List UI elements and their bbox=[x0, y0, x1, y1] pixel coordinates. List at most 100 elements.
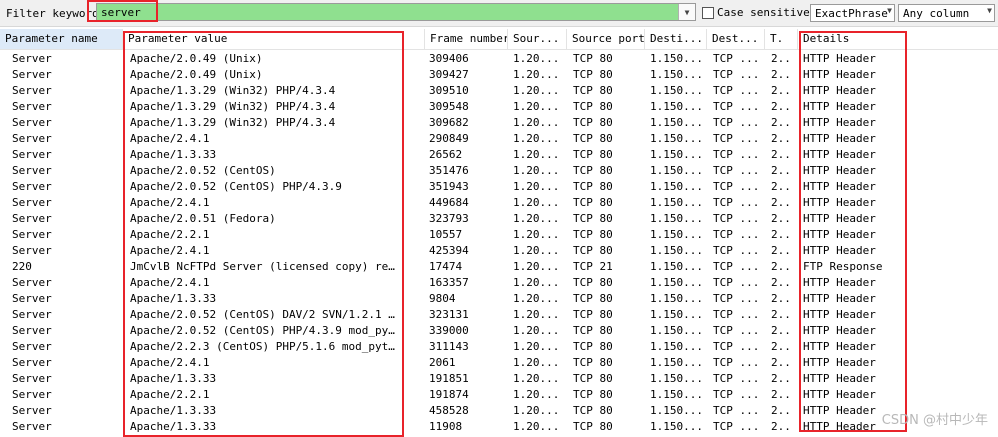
cell-name: Server bbox=[12, 420, 52, 433]
column-header-source-port[interactable]: Source port bbox=[567, 29, 645, 49]
table-row[interactable]: Server Apache/2.2.1 10557 1.20... TCP 80 1.15… bbox=[0, 227, 998, 243]
cell-sport: TCP 80 bbox=[573, 164, 613, 177]
cell-details: HTTP Header bbox=[803, 84, 876, 97]
table-row[interactable]: Server Apache/2.4.1 290849 1.20... TCP 80 1.1… bbox=[0, 131, 998, 147]
cell-frame: 11908 bbox=[429, 420, 463, 433]
cell-dst: 1.150... bbox=[650, 228, 703, 241]
cell-src: 1.20... bbox=[513, 356, 560, 369]
table-row[interactable]: Server Apache/2.0.49 (Unix) 309427 1.20... T… bbox=[0, 67, 998, 83]
cell-details: HTTP Header bbox=[803, 164, 876, 177]
cell-sport: TCP 80 bbox=[573, 356, 613, 369]
table-row[interactable]: Server Apache/2.2.1 191874 1.20... TCP 80 1.1… bbox=[0, 387, 998, 403]
cell-frame: 191851 bbox=[429, 372, 469, 385]
column-header-parameter-value[interactable]: Parameter value bbox=[123, 29, 425, 49]
cell-name: Server bbox=[12, 164, 52, 177]
table-row[interactable]: Server Apache/2.0.52 (CentOS) DAV/2 SVN/1… bbox=[0, 307, 998, 323]
table-row[interactable]: Server Apache/1.3.33 11908 1.20... TCP 80 1.1… bbox=[0, 419, 998, 435]
table-row[interactable]: Server Apache/1.3.33 458528 1.20... TCP 80 1.… bbox=[0, 403, 998, 419]
cell-sport: TCP 80 bbox=[573, 420, 613, 433]
table-row[interactable]: Server Apache/2.4.1 163357 1.20... TCP 80 1.1… bbox=[0, 275, 998, 291]
cell-src: 1.20... bbox=[513, 196, 560, 209]
case-sensitive-checkbox[interactable] bbox=[702, 7, 714, 19]
table-row[interactable]: 220 JmCvlB NcFTPd Server (licensed copy) … bbox=[0, 259, 998, 275]
table-row[interactable]: Server Apache/2.4.1 425394 1.20... TCP 80 1.1… bbox=[0, 243, 998, 259]
cell-value: Apache/2.0.52 (CentOS) PHP/4.3.9 bbox=[130, 180, 342, 193]
cell-sport: TCP 80 bbox=[573, 308, 613, 321]
cell-src: 1.20... bbox=[513, 68, 560, 81]
cell-details: HTTP Header bbox=[803, 52, 876, 65]
column-header-t[interactable]: T. bbox=[765, 29, 798, 49]
cell-t: 2.. bbox=[771, 84, 791, 97]
table-row[interactable]: Server Apache/1.3.33 9804 1.20... TCP 80 1.15… bbox=[0, 291, 998, 307]
cell-src: 1.20... bbox=[513, 100, 560, 113]
cell-dport: TCP ... bbox=[713, 196, 760, 209]
filter-keyword-combobox[interactable]: ▼ bbox=[96, 3, 696, 21]
cell-dport: TCP ... bbox=[713, 244, 760, 257]
cell-details: HTTP Header bbox=[803, 100, 876, 113]
chevron-down-icon[interactable]: ▼ bbox=[678, 4, 695, 20]
column-scope-value: Any column bbox=[903, 7, 970, 20]
cell-sport: TCP 80 bbox=[573, 324, 613, 337]
cell-details: HTTP Header bbox=[803, 372, 876, 385]
cell-src: 1.20... bbox=[513, 212, 560, 225]
table-row[interactable]: Server Apache/2.0.49 (Unix) 309406 1.20... T… bbox=[0, 51, 998, 67]
column-header-frame-number[interactable]: Frame number bbox=[425, 29, 508, 49]
table-row[interactable]: Server Apache/1.3.29 (Win32) PHP/4.3.4 309… bbox=[0, 99, 998, 115]
cell-frame: 290849 bbox=[429, 132, 469, 145]
cell-src: 1.20... bbox=[513, 116, 560, 129]
cell-value: Apache/1.3.33 bbox=[130, 148, 217, 161]
filter-keyword-input[interactable] bbox=[101, 4, 676, 20]
cell-src: 1.20... bbox=[513, 132, 560, 145]
cell-details: HTTP Header bbox=[803, 388, 876, 401]
column-scope-select[interactable]: Any column ▼ bbox=[898, 4, 995, 22]
cell-dst: 1.150... bbox=[650, 388, 703, 401]
match-mode-select[interactable]: ExactPhrase ▼ bbox=[810, 4, 895, 22]
cell-frame: 9804 bbox=[429, 292, 456, 305]
column-header-source[interactable]: Sour... bbox=[508, 29, 567, 49]
cell-dport: TCP ... bbox=[713, 116, 760, 129]
column-header-parameter-name[interactable]: Parameter name bbox=[0, 29, 123, 49]
table-row[interactable]: Server Apache/2.0.51 (Fedora) 323793 1.20..… bbox=[0, 211, 998, 227]
table-row[interactable]: Server Apache/2.4.1 2061 1.20... TCP 80 1.150… bbox=[0, 355, 998, 371]
cell-t: 2.. bbox=[771, 404, 791, 417]
column-header-destination[interactable]: Desti... bbox=[645, 29, 707, 49]
column-header-destination-port[interactable]: Dest... bbox=[707, 29, 765, 49]
table-row[interactable]: Server Apache/2.4.1 449684 1.20... TCP 80 1.1… bbox=[0, 195, 998, 211]
cell-frame: 449684 bbox=[429, 196, 469, 209]
cell-dport: TCP ... bbox=[713, 388, 760, 401]
cell-src: 1.20... bbox=[513, 164, 560, 177]
table-row[interactable]: Server Apache/2.2.3 (CentOS) PHP/5.1.6 mo… bbox=[0, 339, 998, 355]
cell-value: Apache/2.2.1 bbox=[130, 228, 210, 241]
cell-details: HTTP Header bbox=[803, 180, 876, 193]
table-row[interactable]: Server Apache/1.3.33 26562 1.20... TCP 80 1.1… bbox=[0, 147, 998, 163]
column-header-details[interactable]: Details bbox=[798, 29, 998, 49]
cell-dst: 1.150... bbox=[650, 148, 703, 161]
cell-t: 2.. bbox=[771, 420, 791, 433]
cell-dport: TCP ... bbox=[713, 356, 760, 369]
cell-src: 1.20... bbox=[513, 84, 560, 97]
cell-t: 2.. bbox=[771, 164, 791, 177]
chevron-down-icon[interactable]: ▼ bbox=[887, 6, 892, 15]
cell-sport: TCP 80 bbox=[573, 212, 613, 225]
cell-sport: TCP 80 bbox=[573, 228, 613, 241]
cell-value: Apache/2.4.1 bbox=[130, 196, 210, 209]
table-row[interactable]: Server Apache/1.3.29 (Win32) PHP/4.3.4 309… bbox=[0, 115, 998, 131]
cell-dport: TCP ... bbox=[713, 100, 760, 113]
table-row[interactable]: Server Apache/2.0.52 (CentOS) PHP/4.3.9 m… bbox=[0, 323, 998, 339]
table-row[interactable]: Server Apache/1.3.33 191851 1.20... TCP 80 1.… bbox=[0, 371, 998, 387]
chevron-down-icon[interactable]: ▼ bbox=[987, 6, 992, 15]
cell-dport: TCP ... bbox=[713, 212, 760, 225]
cell-src: 1.20... bbox=[513, 324, 560, 337]
table-row[interactable]: Server Apache/1.3.29 (Win32) PHP/4.3.4 309… bbox=[0, 83, 998, 99]
cell-name: Server bbox=[12, 244, 52, 257]
cell-dst: 1.150... bbox=[650, 244, 703, 257]
table-row[interactable]: Server Apache/2.0.52 (CentOS) 351476 1.20..… bbox=[0, 163, 998, 179]
table-row[interactable]: Server Apache/2.0.52 (CentOS) PHP/4.3.9 35… bbox=[0, 179, 998, 195]
cell-frame: 351476 bbox=[429, 164, 469, 177]
cell-dst: 1.150... bbox=[650, 52, 703, 65]
cell-sport: TCP 21 bbox=[573, 260, 613, 273]
cell-name: Server bbox=[12, 52, 52, 65]
case-sensitive-label: Case sensitive bbox=[717, 6, 810, 19]
cell-dst: 1.150... bbox=[650, 372, 703, 385]
cell-details: HTTP Header bbox=[803, 116, 876, 129]
